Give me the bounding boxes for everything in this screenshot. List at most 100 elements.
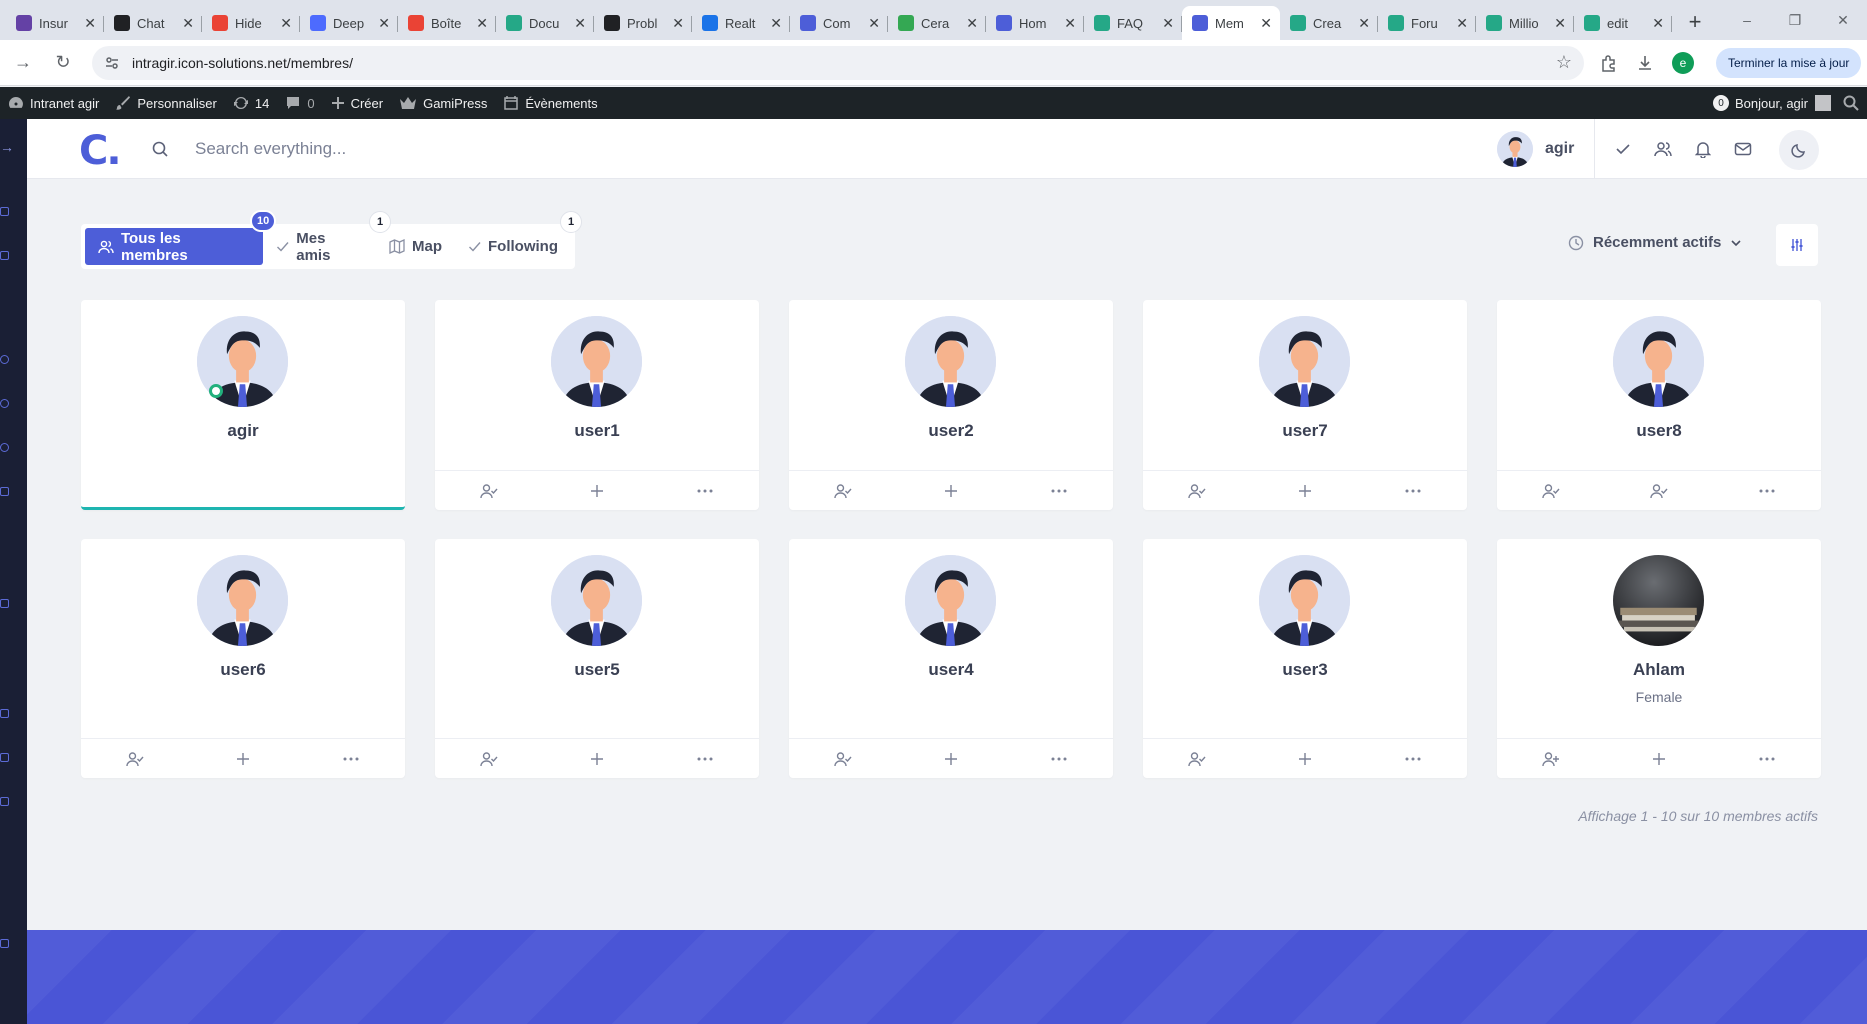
close-tab-icon[interactable]: ✕ <box>672 15 684 32</box>
follow-plus-icon[interactable] <box>543 739 651 778</box>
member-card[interactable]: agir <box>81 300 405 510</box>
friend-status-icon[interactable] <box>789 471 897 510</box>
member-avatar[interactable] <box>1259 555 1350 646</box>
close-tab-icon[interactable]: ✕ <box>1162 15 1174 32</box>
address-bar[interactable]: intragir.icon-solutions.net/membres/ ☆ <box>92 45 1584 80</box>
admin-gamipress-link[interactable]: GamiPress <box>391 87 495 119</box>
close-tab-icon[interactable]: ✕ <box>966 15 978 32</box>
member-avatar[interactable] <box>1259 316 1350 407</box>
rail-icon-4[interactable] <box>0 399 9 408</box>
close-tab-icon[interactable]: ✕ <box>378 15 390 32</box>
member-card[interactable]: user5 <box>435 539 759 778</box>
member-card[interactable]: user8 <box>1497 300 1821 510</box>
browser-tab[interactable]: Com ✕ <box>790 8 888 38</box>
close-tab-icon[interactable]: ✕ <box>1554 15 1566 32</box>
browser-tab[interactable]: Hide ✕ <box>202 8 300 38</box>
member-name[interactable]: user6 <box>81 660 405 680</box>
close-tab-icon[interactable]: ✕ <box>770 15 782 32</box>
download-icon[interactable] <box>1636 54 1654 72</box>
add-friend-icon[interactable] <box>1497 739 1605 778</box>
browser-tab[interactable]: Deep ✕ <box>300 8 398 38</box>
more-options-icon[interactable] <box>1359 471 1467 510</box>
search-icon[interactable] <box>152 141 168 157</box>
admin-create-link[interactable]: Créer <box>323 87 392 119</box>
follow-plus-icon[interactable] <box>543 471 651 510</box>
browser-tab[interactable]: Foru ✕ <box>1378 8 1476 38</box>
dark-mode-toggle[interactable] <box>1779 130 1819 170</box>
close-tab-icon[interactable]: ✕ <box>84 15 96 32</box>
member-avatar[interactable] <box>1613 555 1704 646</box>
close-tab-icon[interactable]: ✕ <box>1652 15 1664 32</box>
friend-status-icon[interactable] <box>1605 471 1713 510</box>
browser-tab[interactable]: Docu ✕ <box>496 8 594 38</box>
browser-tab[interactable]: Millio ✕ <box>1476 8 1574 38</box>
member-avatar[interactable] <box>551 555 642 646</box>
friend-status-icon[interactable] <box>1143 471 1251 510</box>
admin-search-icon[interactable] <box>1843 95 1859 111</box>
rail-icon-2[interactable] <box>0 251 9 260</box>
rail-icon-7[interactable] <box>0 599 9 608</box>
site-logo[interactable]: C. <box>79 128 122 174</box>
search-input[interactable] <box>195 133 715 165</box>
extensions-icon[interactable] <box>1600 54 1618 72</box>
follow-plus-icon[interactable] <box>189 739 297 778</box>
member-card[interactable]: user4 <box>789 539 1113 778</box>
admin-notification-badge[interactable]: 0 <box>1713 95 1729 111</box>
more-options-icon[interactable] <box>651 739 759 778</box>
member-name[interactable]: user3 <box>1143 660 1467 680</box>
profile-avatar[interactable]: e <box>1672 51 1694 74</box>
mail-icon[interactable] <box>1733 137 1753 161</box>
member-avatar[interactable] <box>905 555 996 646</box>
follow-plus-icon[interactable] <box>897 471 1005 510</box>
member-name[interactable]: Ahlam <box>1497 660 1821 680</box>
member-card[interactable]: user2 <box>789 300 1113 510</box>
rail-icon-5[interactable] <box>0 443 9 452</box>
header-user-menu[interactable]: agir <box>1497 131 1574 167</box>
member-card[interactable]: user1 <box>435 300 759 510</box>
close-tab-icon[interactable]: ✕ <box>1358 15 1370 32</box>
browser-tab[interactable]: Chat ✕ <box>104 8 202 38</box>
more-options-icon[interactable] <box>297 739 405 778</box>
reload-icon[interactable]: ↻ <box>46 46 80 80</box>
forward-icon[interactable]: → <box>6 46 40 80</box>
admin-site-link[interactable]: Intranet agir <box>0 87 107 119</box>
member-avatar[interactable] <box>197 555 288 646</box>
more-options-icon[interactable] <box>1005 471 1113 510</box>
tab-map[interactable]: Map <box>376 228 455 265</box>
admin-avatar-icon[interactable] <box>1815 95 1831 111</box>
restore-icon[interactable]: ❐ <box>1771 0 1819 40</box>
close-window-icon[interactable]: ✕ <box>1819 0 1867 40</box>
tab-my-friends[interactable]: Mes amis 1 <box>263 211 392 265</box>
sort-dropdown[interactable]: Récemment actifs <box>1568 234 1742 251</box>
bell-icon[interactable] <box>1693 137 1713 161</box>
member-card[interactable]: user6 <box>81 539 405 778</box>
close-tab-icon[interactable]: ✕ <box>1456 15 1468 32</box>
admin-customize-link[interactable]: Personnaliser <box>107 87 225 119</box>
tasks-check-icon[interactable] <box>1613 137 1633 161</box>
browser-tab[interactable]: Mem ✕ <box>1182 6 1280 40</box>
rail-icon-9[interactable] <box>0 753 9 762</box>
member-avatar[interactable] <box>1613 316 1704 407</box>
tab-all-members[interactable]: Tous les membres 10 <box>85 210 277 265</box>
admin-greeting[interactable]: Bonjour, agir <box>1735 96 1808 111</box>
member-avatar[interactable] <box>551 316 642 407</box>
more-options-icon[interactable] <box>1713 471 1821 510</box>
friends-icon[interactable] <box>1653 137 1673 161</box>
bookmark-star-icon[interactable]: ☆ <box>1556 52 1572 73</box>
browser-tab[interactable]: Crea ✕ <box>1280 8 1378 38</box>
member-name[interactable]: user8 <box>1497 421 1821 441</box>
member-name[interactable]: agir <box>81 421 405 441</box>
follow-plus-icon[interactable] <box>1251 739 1359 778</box>
filter-settings-button[interactable] <box>1776 224 1818 266</box>
friend-status-icon[interactable] <box>435 739 543 778</box>
close-tab-icon[interactable]: ✕ <box>280 15 292 32</box>
more-options-icon[interactable] <box>651 471 759 510</box>
browser-tab[interactable]: Probl ✕ <box>594 8 692 38</box>
member-name[interactable]: user4 <box>789 660 1113 680</box>
site-info-icon[interactable] <box>104 55 120 71</box>
more-options-icon[interactable] <box>1005 739 1113 778</box>
close-tab-icon[interactable]: ✕ <box>1064 15 1076 32</box>
rail-icon-3[interactable] <box>0 355 9 364</box>
follow-plus-icon[interactable] <box>897 739 1005 778</box>
rail-icon-10[interactable] <box>0 797 9 806</box>
